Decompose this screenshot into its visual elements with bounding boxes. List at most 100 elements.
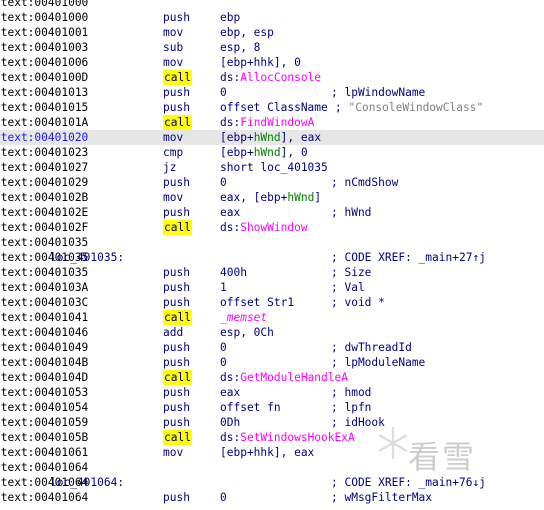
operand-text: eax — [220, 206, 241, 219]
mnemonic[interactable]: sub — [163, 40, 183, 55]
mnemonic[interactable]: push — [163, 385, 190, 400]
code-line-row[interactable]: .text:00401059 push 0Dh ; idHook — [0, 415, 544, 430]
disassembly-listing[interactable]: .text:00401000 .text:00401000 push ebp .text… — [0, 0, 544, 505]
code-line-row[interactable]: .text:00401054 push offset fn ; lpfn — [0, 400, 544, 415]
code-line-row[interactable]: .text:00401053 push eax ; hmod — [0, 385, 544, 400]
import-name[interactable]: AllocConsole — [240, 71, 321, 84]
code-line-row[interactable]: .text:00401001 mov ebp, esp — [0, 25, 544, 40]
mnemonic[interactable]: push — [163, 85, 190, 100]
code-line-row[interactable]: .text:0040104B push 0 ; lpModuleName — [0, 355, 544, 370]
code-line-row[interactable]: .text:00401041 call _memset — [0, 310, 544, 325]
mnemonic[interactable]: push — [163, 400, 190, 415]
operand-text: esp, 0Ch — [220, 326, 274, 339]
mnemonic[interactable]: jz — [163, 160, 176, 175]
mnemonic[interactable]: push — [163, 415, 190, 430]
mnemonic[interactable]: mov — [163, 25, 183, 40]
operand-text: ], 0 — [280, 146, 308, 159]
mnemonic[interactable]: cmp — [163, 145, 183, 160]
operand-text: ], eax — [280, 131, 322, 144]
mnemonic[interactable]: mov — [163, 130, 183, 145]
mnemonic[interactable]: call — [163, 370, 192, 385]
mnemonic[interactable]: push — [163, 490, 190, 505]
watermark-text: 看雪 — [408, 438, 477, 476]
import-name[interactable]: FindWindowA — [240, 116, 314, 129]
import-name[interactable]: ShowWindow — [240, 221, 307, 234]
address: .text:0040104B — [0, 356, 89, 369]
code-line-row[interactable]: .text:0040101A call ds:FindWindowA — [0, 115, 544, 130]
address: .text:00401003 — [0, 41, 89, 54]
comment-text: ; hWnd — [331, 206, 372, 219]
mnemonic[interactable]: call — [163, 430, 192, 445]
code-label[interactable]: loc_401035: — [50, 250, 124, 265]
code-line-row[interactable]: .text:00401003 sub esp, 8 — [0, 40, 544, 55]
mnemonic[interactable]: call — [163, 70, 192, 85]
mnemonic[interactable]: push — [163, 280, 190, 295]
mnemonic[interactable]: push — [163, 205, 190, 220]
code-line-row[interactable]: .text:00401013 push 0 ; lpWindowName — [0, 85, 544, 100]
address: .text:0040103C — [0, 296, 89, 309]
operands: [ebp+hhk], eax — [220, 445, 314, 460]
operand-text: 0 — [220, 491, 227, 504]
function-name[interactable]: _memset — [220, 311, 267, 324]
code-label-row[interactable]: .text:00401035 loc_401035:; CODE XREF: _m… — [0, 250, 544, 265]
mnemonic[interactable]: push — [163, 175, 190, 190]
mnemonic[interactable]: mov — [163, 445, 183, 460]
operand-text: 0 — [220, 176, 227, 189]
code-line-row[interactable]: .text:00401064 push 0 ; wMsgFilterMax — [0, 490, 544, 505]
code-line-row[interactable]: .text:00401027 jz short loc_401035 — [0, 160, 544, 175]
operand-text: 1 — [220, 281, 227, 294]
code-line-row[interactable]: .text:00401049 push 0 ; dwThreadId — [0, 340, 544, 355]
mnemonic[interactable]: push — [163, 265, 190, 280]
operand-text: ds: — [220, 221, 241, 234]
mnemonic[interactable]: call — [163, 310, 192, 325]
code-line-row[interactable]: .text:0040102E push eax ; hWnd — [0, 205, 544, 220]
address: .text:00401006 — [0, 56, 89, 69]
mnemonic[interactable]: add — [163, 325, 183, 340]
mnemonic[interactable]: mov — [163, 190, 183, 205]
local-variable[interactable]: hWnd — [254, 146, 281, 159]
mnemonic[interactable]: mov — [163, 55, 183, 70]
mnemonic[interactable]: push — [163, 295, 190, 310]
code-line-row[interactable]: .text:0040100D call ds:AllocConsole — [0, 70, 544, 85]
import-name[interactable]: SetWindowsHookExA — [240, 431, 355, 444]
comment-text: ; — [335, 101, 349, 114]
operands: ebp, esp — [220, 25, 274, 40]
mnemonic[interactable]: push — [163, 340, 190, 355]
code-label[interactable]: loc_401064: — [50, 475, 124, 490]
operands: [ebp+hWnd], 0 — [220, 145, 308, 160]
address: .text:0040102B — [0, 191, 89, 204]
operand-text: [ebp+ — [220, 146, 254, 159]
operand-text: offset ClassName — [220, 101, 328, 114]
comment-text: ; nCmdShow — [331, 176, 399, 189]
local-variable[interactable]: hWnd — [287, 191, 314, 204]
operand-text: 0 — [220, 86, 227, 99]
import-name[interactable]: GetModuleHandleA — [240, 371, 348, 384]
code-line-row[interactable]: .text:0040104D call ds:GetModuleHandleA — [0, 370, 544, 385]
code-line-row[interactable]: .text:00401000 push ebp — [0, 10, 544, 25]
local-variable[interactable]: hWnd — [254, 131, 281, 144]
code-line-row[interactable]: .text:0040103C push offset Str1 ; void * — [0, 295, 544, 310]
mnemonic[interactable]: push — [163, 10, 190, 25]
address: .text:0040103A — [0, 281, 89, 294]
operands: 0 — [220, 175, 227, 190]
mnemonic[interactable]: call — [163, 220, 192, 235]
operand-text: 0 — [220, 341, 227, 354]
code-line-row[interactable]: .text:0040102F call ds:ShowWindow — [0, 220, 544, 235]
code-line-row[interactable]: .text:0040102B mov eax, [ebp+hWnd] — [0, 190, 544, 205]
code-line-row[interactable]: .text:00401006 mov [ebp+hhk], 0 — [0, 55, 544, 70]
code-line-row[interactable]: .text:00401023 cmp [ebp+hWnd], 0 — [0, 145, 544, 160]
code-line-row[interactable]: .text:0040103A push 1 ; Val — [0, 280, 544, 295]
code-line-row[interactable]: .text:00401035 — [0, 235, 544, 250]
mnemonic[interactable]: push — [163, 355, 190, 370]
code-line-row[interactable]: .text:00401015 push offset ClassName; "Con… — [0, 100, 544, 115]
code-line-row[interactable]: .text:00401000 — [0, 0, 544, 10]
mnemonic[interactable]: call — [163, 115, 192, 130]
code-line-row[interactable]: .text:00401020 mov [ebp+hWnd], eax — [0, 130, 544, 145]
comment: ; CODE XREF: _main+27↑j — [331, 250, 486, 265]
address: .text:00401000 — [0, 0, 89, 9]
code-line-row[interactable]: .text:00401029 push 0 ; nCmdShow — [0, 175, 544, 190]
code-line-row[interactable]: .text:00401046 add esp, 0Ch — [0, 325, 544, 340]
comment-text: ; hmod — [331, 386, 372, 399]
code-line-row[interactable]: .text:00401035 push 400h ; Size — [0, 265, 544, 280]
mnemonic[interactable]: push — [163, 100, 190, 115]
